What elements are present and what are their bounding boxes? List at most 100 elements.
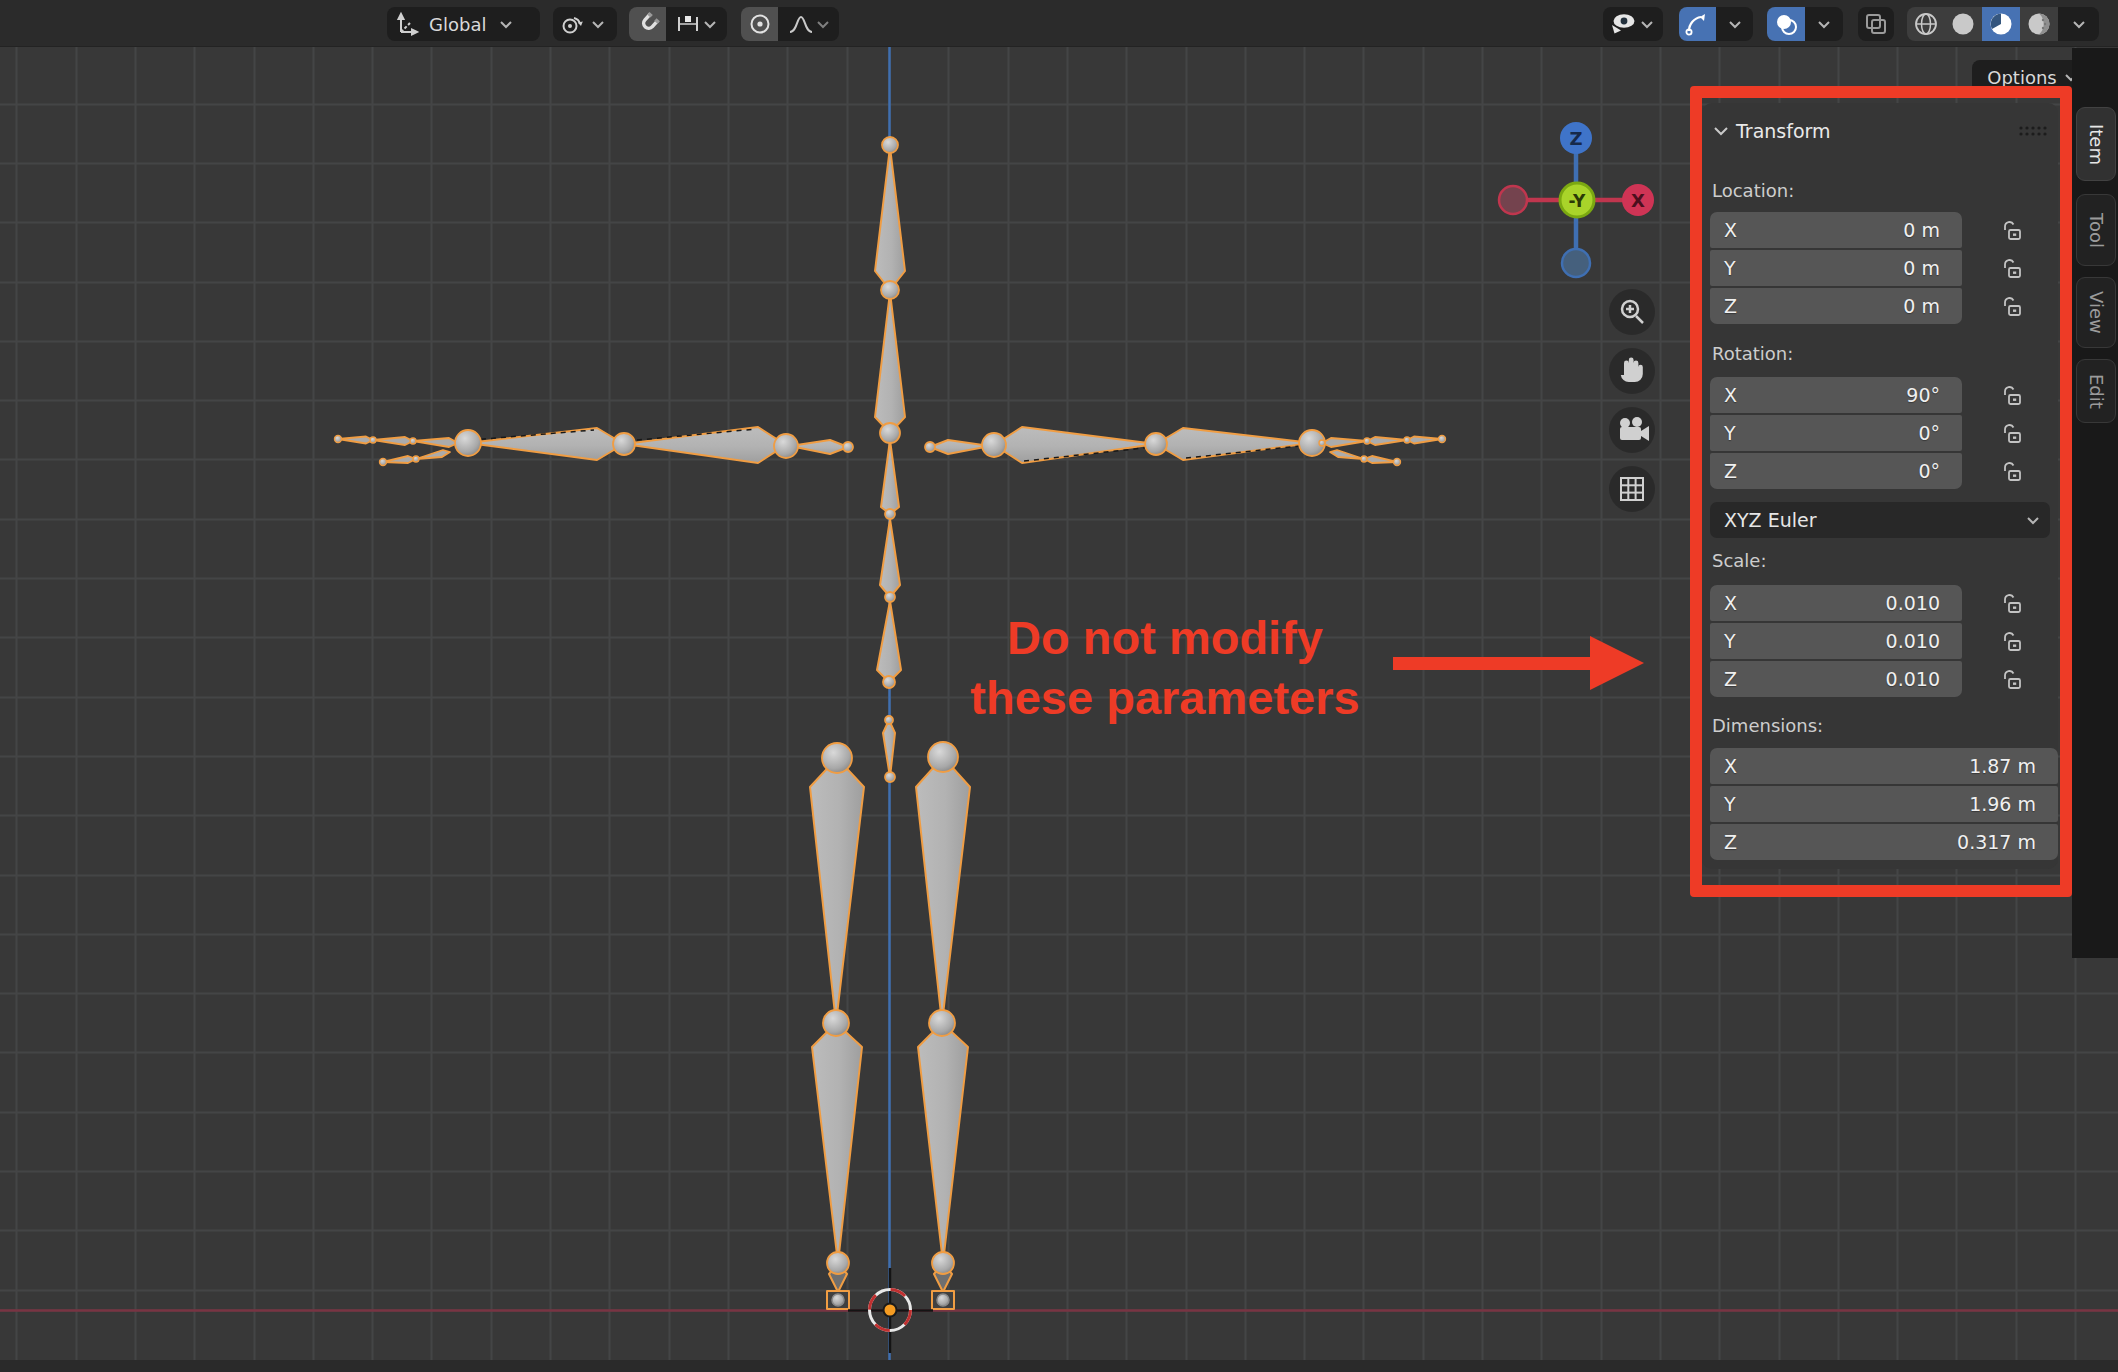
- bone-finger-right[interactable]: [1322, 438, 1367, 447]
- bone-thigh-right[interactable]: [916, 757, 970, 1023]
- object-visibility-dropdown[interactable]: [1603, 7, 1663, 41]
- annotation-text-line1: Do not modify: [865, 610, 1465, 665]
- falloff-dropdown[interactable]: [778, 7, 839, 41]
- transform-orientation-icon: [395, 11, 421, 37]
- bone-forearm-right[interactable]: [1156, 428, 1312, 460]
- bone-finger-left[interactable]: [413, 438, 458, 447]
- shading-wireframe-icon: [1913, 11, 1939, 37]
- shading-rendered-button[interactable]: [2020, 7, 2058, 41]
- gizmo-neg-y-label: -Y: [1569, 191, 1587, 211]
- bone-upperarm-left[interactable]: [624, 427, 786, 463]
- annotation-arrow-head: [1590, 636, 1644, 690]
- options-label: Options: [1987, 67, 2056, 88]
- toe-joint-left[interactable]: [832, 1294, 844, 1306]
- annotation-rectangle: [1690, 86, 2072, 897]
- snap-target-dropdown[interactable]: [666, 7, 727, 41]
- gizmo-axis-neg-z[interactable]: [1562, 249, 1590, 277]
- joint[interactable]: [881, 281, 899, 299]
- gizmos-dropdown[interactable]: [1716, 7, 1753, 41]
- joint-shoulder-right[interactable]: [982, 433, 1006, 457]
- pivot-point-dropdown[interactable]: [553, 7, 617, 41]
- viewport-nav-buttons[interactable]: [1609, 289, 1655, 512]
- bone-thigh-left[interactable]: [810, 758, 864, 1023]
- joint[interactable]: [1394, 459, 1401, 466]
- tab-item-label: Item: [2086, 124, 2107, 165]
- bone-spine-upper[interactable]: [881, 440, 899, 514]
- joint[interactable]: [413, 456, 419, 462]
- shading-solid-button[interactable]: [1944, 7, 1982, 41]
- joint[interactable]: [885, 592, 895, 602]
- joint[interactable]: [410, 438, 416, 444]
- bone-clavicle-right[interactable]: [930, 440, 990, 454]
- proportional-editing-toggle[interactable]: [741, 7, 778, 41]
- joint[interactable]: [1439, 436, 1446, 443]
- joint[interactable]: [885, 772, 895, 782]
- bottom-strip: [0, 1360, 2118, 1372]
- joint-knee-left[interactable]: [823, 1010, 849, 1036]
- joint[interactable]: [1361, 456, 1367, 462]
- shading-wireframe-button[interactable]: [1907, 7, 1944, 41]
- joint[interactable]: [882, 137, 898, 153]
- overlays-dropdown[interactable]: [1805, 7, 1843, 41]
- joint[interactable]: [380, 459, 387, 466]
- joint[interactable]: [880, 423, 900, 443]
- joint[interactable]: [843, 442, 853, 452]
- sidebar-tab-column: Item Tool View Edit: [2072, 48, 2118, 958]
- bone-finger-right[interactable]: [1367, 437, 1407, 445]
- joint[interactable]: [925, 442, 935, 452]
- bone-finger-left[interactable]: [338, 437, 373, 444]
- tab-item[interactable]: Item: [2076, 107, 2116, 181]
- bone-pelvis[interactable]: [883, 720, 895, 777]
- joint-shoulder-left[interactable]: [774, 434, 798, 458]
- transform-orientation-dropdown[interactable]: Global: [387, 7, 540, 41]
- joint-ankle-right[interactable]: [932, 1252, 954, 1274]
- shading-material-icon: [1988, 11, 2014, 37]
- bone-chest[interactable]: [875, 292, 905, 433]
- joint[interactable]: [370, 437, 376, 443]
- bone-head[interactable]: [875, 147, 905, 290]
- shading-material-button[interactable]: [1982, 7, 2020, 41]
- show-gizmos-toggle[interactable]: [1679, 7, 1716, 41]
- joint[interactable]: [885, 509, 895, 519]
- snap-toggle-button[interactable]: [629, 7, 666, 41]
- bone-thumb-right[interactable]: [1364, 456, 1397, 463]
- joint-elbow-left[interactable]: [613, 433, 635, 455]
- gizmo-axis-neg-x[interactable]: [1499, 186, 1527, 214]
- joint-wrist-left[interactable]: [455, 430, 481, 456]
- toe-joint-right[interactable]: [937, 1294, 949, 1306]
- joint-elbow-right[interactable]: [1145, 433, 1167, 455]
- chevron-down-icon: [816, 20, 830, 29]
- bone-thumb-left[interactable]: [416, 450, 450, 459]
- bone-thumb-right[interactable]: [1330, 450, 1364, 459]
- shading-rendered-icon: [2026, 11, 2052, 37]
- tab-edit[interactable]: Edit: [2076, 359, 2116, 423]
- shading-mode-group: [1907, 7, 2099, 41]
- bone-spine-mid[interactable]: [880, 519, 900, 597]
- snap-magnet-icon: [635, 11, 661, 37]
- 3d-cursor[interactable]: [848, 1268, 933, 1353]
- grid-ortho-button[interactable]: [1609, 466, 1655, 512]
- zoom-button[interactable]: [1609, 289, 1655, 335]
- xray-toggle[interactable]: [1858, 7, 1894, 41]
- bone-forearm-left[interactable]: [468, 428, 624, 460]
- joint-knee-right[interactable]: [929, 1010, 955, 1036]
- bone-shin-right[interactable]: [918, 1023, 968, 1263]
- tab-view[interactable]: View: [2076, 277, 2116, 348]
- joint-ankle-left[interactable]: [827, 1252, 849, 1274]
- bone-finger-right[interactable]: [1407, 437, 1442, 444]
- navigation-gizmo[interactable]: Z X -Y: [1499, 122, 1654, 277]
- tab-tool[interactable]: Tool: [2076, 194, 2116, 266]
- shading-dropdown[interactable]: [2058, 7, 2099, 41]
- joint-hip-right[interactable]: [928, 742, 958, 772]
- joint-hip-left[interactable]: [822, 743, 852, 773]
- bone-thumb-left[interactable]: [383, 456, 416, 463]
- joint[interactable]: [1404, 437, 1410, 443]
- bone-shin-left[interactable]: [812, 1023, 862, 1263]
- bone-finger-left[interactable]: [373, 437, 413, 445]
- joint[interactable]: [1319, 440, 1325, 446]
- joint[interactable]: [335, 436, 342, 443]
- show-overlays-toggle[interactable]: [1767, 7, 1805, 41]
- tab-edit-label: Edit: [2086, 374, 2107, 409]
- bone-upperarm-right[interactable]: [994, 427, 1156, 463]
- joint[interactable]: [1364, 438, 1370, 444]
